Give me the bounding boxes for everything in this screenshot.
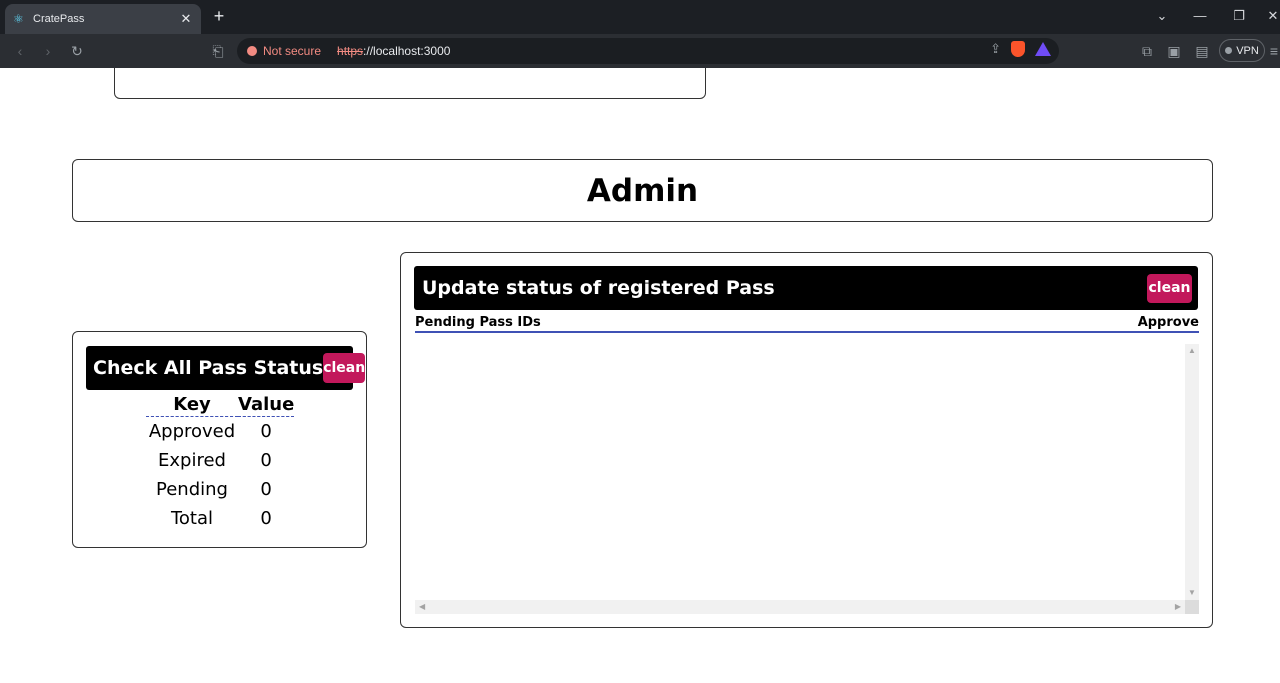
- reload-icon[interactable]: ↻: [67, 41, 87, 61]
- security-label[interactable]: Not secure: [263, 44, 321, 58]
- table-row: Expired 0: [146, 446, 294, 475]
- table-row: Approved 0: [146, 417, 294, 446]
- pass-status-table: Key Value Approved 0 Expired 0 Pending 0: [146, 394, 295, 533]
- wallet-icon[interactable]: ▤: [1192, 41, 1212, 61]
- minimize-icon[interactable]: —: [1189, 6, 1211, 26]
- menu-icon[interactable]: ≡: [1268, 41, 1280, 61]
- new-tab-button[interactable]: +: [210, 6, 228, 26]
- page-title: Admin: [586, 172, 699, 209]
- status-value: 0: [260, 507, 272, 529]
- vertical-scrollbar[interactable]: ▲ ▼: [1185, 344, 1199, 600]
- close-icon[interactable]: ✕: [179, 11, 193, 27]
- share-icon[interactable]: ⇪: [990, 41, 1001, 57]
- brave-shield-icon[interactable]: [1011, 41, 1025, 57]
- not-secure-icon: [247, 46, 257, 56]
- status-value: 0: [260, 420, 272, 442]
- scroll-right-icon[interactable]: ▶: [1175, 603, 1181, 611]
- window-close-icon[interactable]: ✕: [1262, 6, 1280, 26]
- url-text: ://localhost:3000: [363, 44, 451, 58]
- status-key: Pending: [156, 478, 228, 500]
- scroll-left-icon[interactable]: ◀: [419, 603, 425, 611]
- table-header-row: Key Value: [146, 394, 295, 417]
- pass-status-card: Check All Pass Status clean Key Value Ap…: [72, 331, 367, 548]
- admin-header-card: Admin: [72, 159, 1213, 222]
- url-scheme: https: [337, 44, 364, 58]
- scroll-up-icon[interactable]: ▲: [1188, 347, 1196, 355]
- horizontal-scrollbar[interactable]: ◀ ▶: [415, 600, 1185, 614]
- update-pass-card: Update status of registered Pass clean P…: [400, 252, 1213, 628]
- tab-title: CratePass: [33, 13, 85, 25]
- browser-tab[interactable]: ⚛ CratePass ✕: [5, 4, 201, 34]
- react-icon: ⚛: [13, 12, 24, 26]
- previous-card: [114, 68, 706, 99]
- pass-status-header: Check All Pass Status clean: [86, 346, 366, 390]
- brave-rewards-icon[interactable]: [1035, 42, 1051, 56]
- status-clean-button[interactable]: clean: [323, 353, 366, 383]
- restore-icon[interactable]: ❐: [1228, 6, 1250, 26]
- scroll-down-icon[interactable]: ▼: [1188, 589, 1196, 597]
- update-clean-button[interactable]: clean: [1147, 273, 1192, 303]
- status-key: Expired: [158, 449, 226, 471]
- forward-arrow-icon[interactable]: ›: [38, 41, 58, 61]
- sidebar-icon[interactable]: ▣: [1164, 41, 1184, 61]
- approve-column-header: Approve: [1137, 315, 1199, 330]
- key-column-header: Key: [146, 394, 238, 417]
- status-key: Approved: [148, 420, 236, 442]
- update-pass-title: Update status of registered Pass: [422, 277, 775, 299]
- vpn-button[interactable]: VPN: [1219, 39, 1265, 62]
- vpn-status-icon: [1225, 47, 1233, 54]
- extensions-icon[interactable]: ⧉: [1137, 41, 1157, 61]
- back-arrow-icon[interactable]: ‹: [10, 41, 30, 61]
- vpn-label: VPN: [1236, 44, 1259, 57]
- scrollbar-corner: [1185, 600, 1199, 614]
- status-key: Total: [170, 507, 214, 529]
- bookmark-icon[interactable]: ⎗: [208, 41, 228, 61]
- table-row: Pending 0: [146, 475, 294, 504]
- table-row: Total 0: [146, 504, 294, 533]
- pending-ids-column-header: Pending Pass IDs: [415, 315, 541, 330]
- address-bar[interactable]: Not secure https ://localhost:3000 ⇪: [237, 38, 1059, 64]
- pending-list-header: Pending Pass IDs Approve: [415, 315, 1199, 333]
- update-pass-header: Update status of registered Pass clean: [414, 266, 1198, 310]
- status-value: 0: [260, 478, 272, 500]
- page-content: Admin Check All Pass Status clean Key Va…: [0, 68, 1280, 683]
- browser-toolbar: ‹ › ↻ ⎗ Not secure https ://localhost:30…: [0, 34, 1280, 68]
- pending-pass-list[interactable]: ▲ ▼ ◀ ▶: [415, 344, 1199, 614]
- value-column-header: Value: [238, 394, 295, 417]
- tab-search-icon[interactable]: ⌄: [1151, 6, 1173, 26]
- pass-status-title: Check All Pass Status: [93, 357, 324, 379]
- browser-tabstrip: ⚛ CratePass ✕ + ⌄ — ❐ ✕: [0, 0, 1280, 34]
- status-value: 0: [260, 449, 272, 471]
